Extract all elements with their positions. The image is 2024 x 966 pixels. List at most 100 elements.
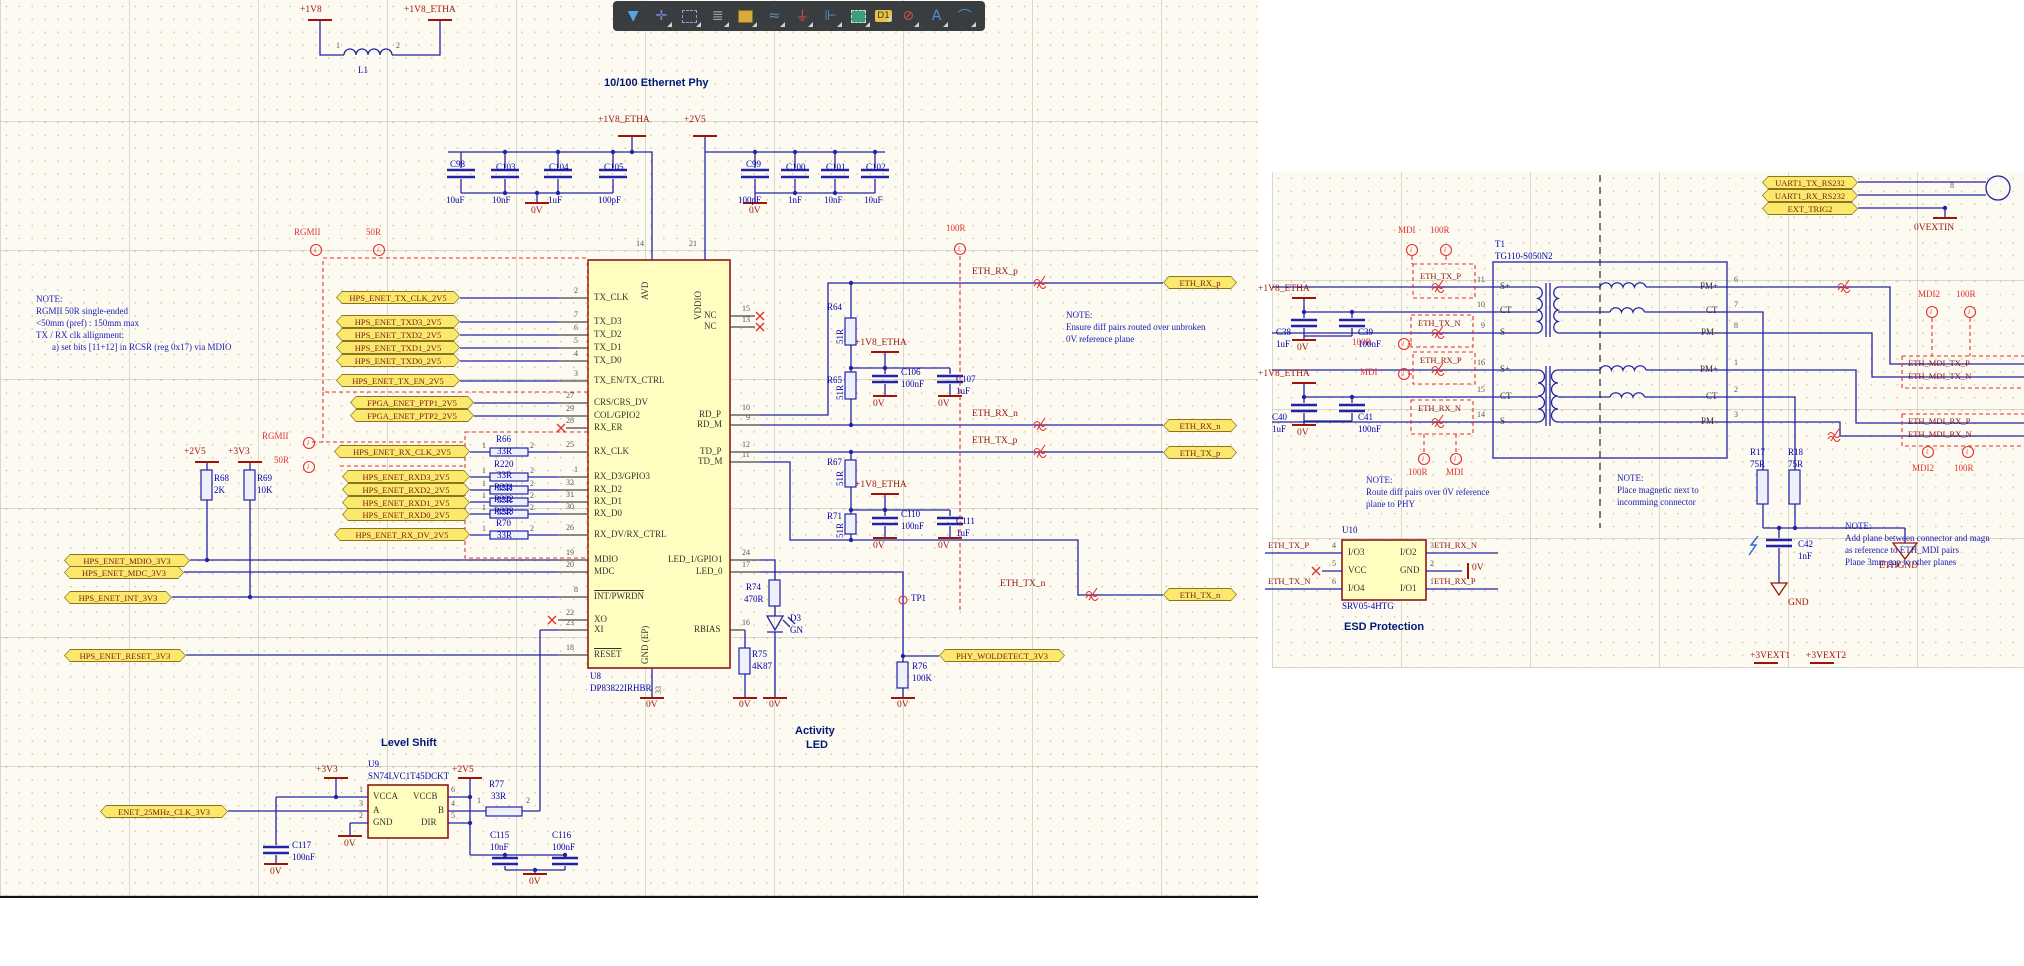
label-eth-tx-p[interactable]: ETH_TX_p bbox=[972, 436, 1017, 447]
label-1nf[interactable]: 1nF bbox=[1798, 552, 1812, 561]
label-c38[interactable]: C38 bbox=[1276, 328, 1291, 337]
label-eth-mdi-tx-p[interactable]: ETH_MDI_TX_P bbox=[1908, 359, 1970, 368]
label-vddio[interactable]: VDDIO bbox=[693, 291, 703, 320]
label-1v8-etha[interactable]: +1V8_ETHA bbox=[1258, 284, 1310, 295]
label-eth-tx-n[interactable]: ETH_TX_N bbox=[1268, 577, 1311, 586]
label-activity[interactable]: Activity bbox=[795, 726, 835, 737]
label-dir[interactable]: DIR bbox=[421, 818, 437, 827]
label-33r[interactable]: 33R bbox=[497, 447, 512, 456]
port-hps-enet-reset-3v3[interactable]: HPS_ENET_RESET_3V3 bbox=[64, 649, 186, 662]
label-1[interactable]: 1 bbox=[336, 42, 340, 50]
label-rx-d0[interactable]: RX_D0 bbox=[594, 509, 622, 518]
label-0v-reference-plane[interactable]: 0V reference plane bbox=[1066, 335, 1134, 344]
no-erc-icon[interactable]: ⊘ bbox=[896, 4, 920, 28]
label-vcc[interactable]: VCC bbox=[1348, 566, 1367, 575]
label-2[interactable]: 2 bbox=[526, 797, 530, 805]
label-vcca[interactable]: VCCA bbox=[373, 792, 398, 801]
label-2[interactable]: 2 bbox=[396, 42, 400, 50]
label-mdi2[interactable]: MDI2 bbox=[1912, 464, 1934, 473]
label-rx-d1[interactable]: RX_D1 bbox=[594, 497, 622, 506]
label-add-plane-between-connector-and-magn[interactable]: Add plane between connector and magn bbox=[1845, 534, 1990, 543]
label-crs-crs-dv[interactable]: CRS/CRS_DV bbox=[594, 398, 648, 407]
label-0vextin[interactable]: 0VEXTIN bbox=[1914, 223, 1954, 234]
port-hps-enet-rx-dv-2v5[interactable]: HPS_ENET_RX_DV_2V5 bbox=[334, 528, 470, 541]
label-32[interactable]: 32 bbox=[566, 479, 574, 487]
label-10nf[interactable]: 10nF bbox=[824, 196, 843, 205]
label-r220[interactable]: R220 bbox=[494, 460, 514, 469]
label-i[interactable]: i bbox=[377, 246, 379, 254]
wire-icon[interactable]: ≈ bbox=[762, 4, 786, 28]
label-10k[interactable]: 10K bbox=[257, 486, 273, 495]
label-6[interactable]: 6 bbox=[1332, 578, 1336, 586]
label-note[interactable]: NOTE: bbox=[1617, 474, 1644, 483]
label-8[interactable]: 8 bbox=[574, 586, 578, 594]
label-2v5[interactable]: +2V5 bbox=[684, 115, 706, 126]
label-7[interactable]: 7 bbox=[1734, 301, 1738, 309]
label-0v[interactable]: 0V bbox=[938, 399, 950, 410]
label-mdio[interactable]: MDIO bbox=[594, 555, 618, 564]
label-8[interactable]: 8 bbox=[1734, 322, 1738, 330]
crosshair-icon[interactable]: ✛ bbox=[649, 4, 673, 28]
label-sn74lvc1t45dckt[interactable]: SN74LVC1T45DCKT bbox=[368, 772, 449, 781]
label-100r[interactable]: 100R bbox=[1956, 290, 1976, 299]
label-1nf[interactable]: 1nF bbox=[788, 196, 802, 205]
label-3vext1[interactable]: +3VEXT1 bbox=[1750, 651, 1790, 662]
label-gnd[interactable]: GND bbox=[1788, 598, 1809, 609]
label-pm[interactable]: PM+ bbox=[1700, 282, 1718, 291]
directive-d1-icon[interactable]: D1 bbox=[875, 10, 893, 22]
label-100r[interactable]: 100R bbox=[1954, 464, 1974, 473]
label-eth-mdi-tx-n[interactable]: ETH_MDI_TX_N bbox=[1908, 372, 1971, 381]
label-c100[interactable]: C100 bbox=[786, 163, 806, 172]
label-ct[interactable]: CT bbox=[1500, 306, 1512, 315]
label-11[interactable]: 11 bbox=[1477, 276, 1485, 284]
label-tx-d2[interactable]: TX_D2 bbox=[594, 330, 622, 339]
label-b[interactable]: B bbox=[438, 806, 444, 815]
label-9[interactable]: 9 bbox=[1481, 322, 1485, 330]
label-mdc[interactable]: MDC bbox=[594, 567, 615, 576]
label-3v3[interactable]: +3V3 bbox=[228, 447, 250, 458]
label-td-m[interactable]: TD_M bbox=[698, 457, 723, 466]
label-c106[interactable]: C106 bbox=[901, 368, 921, 377]
label-eth-rx-n[interactable]: ETH_RX_N bbox=[1434, 541, 1477, 550]
component-icon[interactable] bbox=[734, 4, 758, 28]
label-100nf[interactable]: 100nF bbox=[1358, 425, 1381, 434]
label-2[interactable]: 2 bbox=[1734, 386, 1738, 394]
label-c98[interactable]: C98 bbox=[450, 160, 465, 169]
label-1uf[interactable]: 1uF bbox=[956, 387, 970, 396]
label-note[interactable]: NOTE: bbox=[1066, 311, 1093, 320]
label-100r[interactable]: 100R bbox=[946, 224, 966, 233]
label-6[interactable]: 6 bbox=[574, 324, 578, 332]
label-1v8-etha[interactable]: +1V8_ETHA bbox=[1258, 369, 1310, 380]
label-31[interactable]: 31 bbox=[566, 491, 574, 499]
label-u10[interactable]: U10 bbox=[1342, 526, 1358, 535]
label-2v5[interactable]: +2V5 bbox=[452, 765, 474, 776]
label-i[interactable]: i bbox=[1966, 448, 1968, 456]
port-hps-enet-int-3v3[interactable]: HPS_ENET_INT_3V3 bbox=[64, 591, 172, 604]
label-2[interactable]: 2 bbox=[530, 525, 534, 533]
label-gnd[interactable]: GND bbox=[1400, 566, 1420, 575]
label-1[interactable]: 1 bbox=[482, 480, 486, 488]
label-100nf[interactable]: 100nF bbox=[1358, 340, 1381, 349]
label-srv05-4htg[interactable]: SRV05-4HTG bbox=[1342, 602, 1394, 611]
label-rd-p[interactable]: RD_P bbox=[699, 410, 721, 419]
label-0v[interactable]: 0V bbox=[1297, 428, 1309, 439]
blanket-icon[interactable] bbox=[847, 4, 871, 28]
align-icon[interactable]: ≣ bbox=[706, 4, 730, 28]
label-100pf[interactable]: 100pF bbox=[738, 196, 761, 205]
label-16[interactable]: 16 bbox=[742, 619, 750, 627]
label-rx-er[interactable]: RX_ER bbox=[594, 423, 623, 432]
label-20[interactable]: 20 bbox=[566, 561, 574, 569]
label-mdi[interactable]: MDI bbox=[1360, 368, 1378, 377]
label-51r[interactable]: 51R bbox=[835, 523, 845, 538]
label-100nf[interactable]: 100nF bbox=[901, 380, 924, 389]
port-hps-enet-txd3-2v5[interactable]: HPS_ENET_TXD3_2V5 bbox=[336, 315, 460, 328]
label-t1[interactable]: T1 bbox=[1495, 240, 1505, 249]
label-0v[interactable]: 0V bbox=[344, 839, 356, 850]
label-rx-d3-gpio3[interactable]: RX_D3/GPIO3 bbox=[594, 472, 650, 481]
label-tx-en-tx-ctrl[interactable]: TX_EN/TX_CTRL bbox=[594, 376, 665, 385]
label-rgmii[interactable]: RGMII bbox=[294, 228, 321, 237]
label-i[interactable]: i bbox=[314, 246, 316, 254]
label-11[interactable]: 11 bbox=[742, 451, 750, 459]
label-23[interactable]: 23 bbox=[566, 619, 574, 627]
label-100pf[interactable]: 100pF bbox=[598, 196, 621, 205]
